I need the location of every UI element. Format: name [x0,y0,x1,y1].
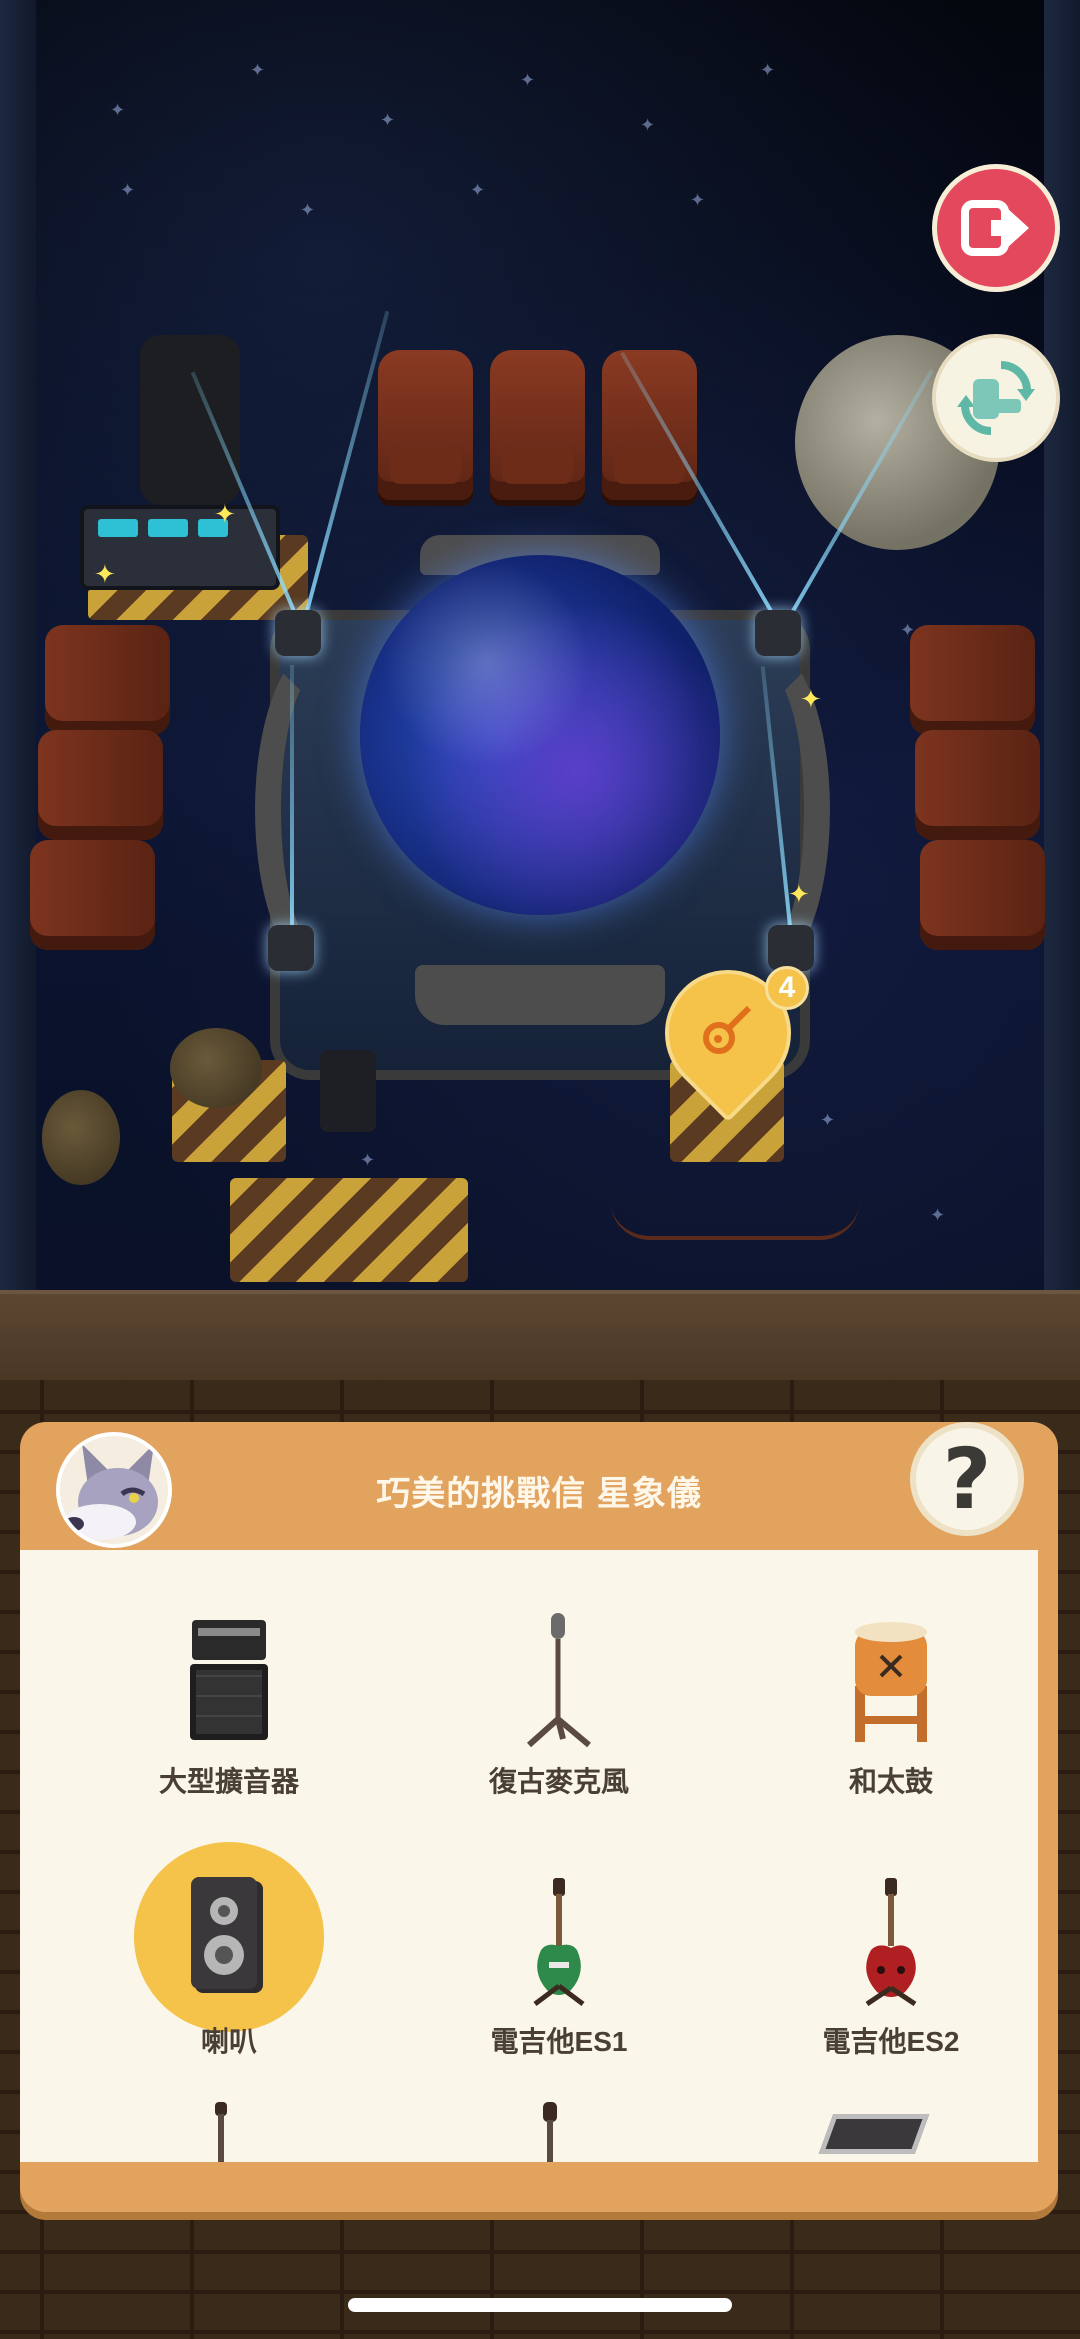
item-partial[interactable] [818,2106,930,2162]
item-label: 和太鼓 [848,1766,933,1797]
star-icon: ✦ [930,1205,946,1226]
item-partial[interactable] [205,2102,235,2162]
question-mark-icon: ? [942,1430,992,1528]
planetarium-globe [360,555,720,915]
sparkle-icon: ✦ [94,560,116,590]
theater-chair [45,625,170,735]
star-icon: ✦ [120,180,136,201]
game-scene: ✦ ✦ ✦ ✦ ✦ ✦ ✦ ✦ ✦ ✦ ✦ ✦ ✦ ✦ ✦ ✦ ✦ ✦ [0,0,1080,1300]
wall-edge-left [0,0,36,1300]
item-retro-microphone[interactable]: 復古麥克風 [419,1570,699,1810]
star-icon: ✦ [820,1110,836,1131]
panel-header: 巧美的挑戰信 星象儀 ? [20,1422,1058,1550]
swap-furniture-button[interactable] [932,334,1060,462]
rope-barrier [610,1190,860,1240]
item-label: 電吉他ES1 [490,2026,628,2057]
bench-bottom [415,965,665,1025]
item-grid: 大型擴音器 復古麥克風 和太鼓 喇叭 電吉他ES1 電吉他ES2 [20,1550,1038,2162]
star-icon: ✦ [640,115,656,136]
projector [275,610,321,656]
green-guitar-icon [533,1878,585,2006]
home-indicator[interactable] [348,2298,732,2312]
speaker-icon [191,1877,263,1993]
star-icon: ✦ [470,180,486,201]
item-label: 喇叭 [200,2026,257,2057]
item-icon-wrap [796,1846,986,2036]
help-button[interactable]: ? [910,1422,1024,1536]
office-chair [140,335,240,505]
item-label: 復古麥克風 [488,1766,629,1797]
theater-chair [490,350,585,500]
taiko-drum-icon [855,1622,927,1742]
microphone-icon [526,1613,591,1748]
notification-pin[interactable]: 4 [638,943,818,1123]
item-speaker[interactable]: 喇叭 [89,1830,369,2070]
star-icon: ✦ [380,110,396,131]
sparkle-icon: ✦ [788,880,810,910]
star-icon: ✦ [250,60,266,81]
challenge-panel: 巧美的挑戰信 星象儀 ? 大型擴音器 復古麥克風 和太鼓 喇叭 電吉他ES1 電… [20,1422,1058,2212]
swap-furniture-icon [957,361,1035,435]
theater-chair [915,730,1040,840]
star-icon: ✦ [520,70,536,91]
item-icon-wrap-selected [134,1842,324,2032]
scrollbar-thumb[interactable] [1040,1550,1050,1900]
sparkle-icon: ✦ [800,685,822,715]
notification-count-badge: 4 [765,966,809,1010]
item-electric-guitar-es1[interactable]: 電吉他ES1 [419,1830,699,2070]
hazard-platform [230,1178,468,1282]
star-icon: ✦ [760,60,776,81]
theater-chair [602,350,697,500]
sparkle-icon: ✦ [214,500,236,530]
item-icon-wrap [464,1586,654,1776]
asteroid-rock [170,1028,262,1108]
red-guitar-icon [865,1878,917,2006]
star-icon: ✦ [690,190,706,211]
floor-speaker [320,1050,376,1132]
item-label: 大型擴音器 [158,1766,299,1797]
item-icon-wrap [464,1846,654,2036]
item-taiko-drum[interactable]: 和太鼓 [751,1570,1031,1810]
asteroid-rock [42,1090,120,1185]
exit-icon [961,200,1029,256]
star-icon: ✦ [300,200,316,221]
projector [755,610,801,656]
exit-button[interactable] [932,164,1060,292]
theater-chair [30,840,155,950]
theater-chair [920,840,1045,950]
wooden-floor-edge [0,1290,1080,1380]
panel-footer [20,2162,1058,2212]
theater-chair [910,625,1035,735]
theater-chair [38,730,163,840]
projector [768,925,814,971]
star-icon: ✦ [110,100,126,121]
item-label: 電吉他ES2 [822,2026,960,2057]
item-icon-wrap [134,1586,324,1776]
theater-chair [378,350,473,500]
amplifier-icon [190,1620,268,1740]
projector [268,925,314,971]
item-icon-wrap [796,1586,986,1776]
item-large-amplifier[interactable]: 大型擴音器 [89,1570,369,1810]
guitar-icon [703,1005,752,1054]
item-electric-guitar-es2[interactable]: 電吉他ES2 [751,1830,1031,2070]
panel-title: 巧美的挑戰信 星象儀 [376,1475,702,1513]
item-partial[interactable] [535,2102,565,2162]
star-icon: ✦ [360,1150,376,1171]
